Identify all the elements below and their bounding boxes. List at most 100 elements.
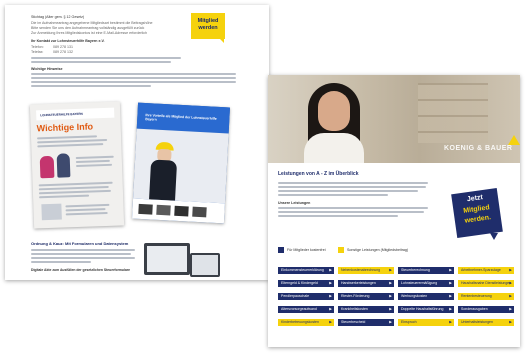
service-button-label: Kinderbetreuungskosten [281,320,319,324]
join-badge[interactable]: Jetzt Mitglied werden. [451,188,503,238]
service-button-label: Unterhaltsleistungen [461,320,493,324]
text-line [65,211,108,216]
text-line [76,163,113,168]
service-button[interactable]: Nebenkostenabrechnung ▶ [338,267,394,274]
contact-value-phone: 089 278 131 [53,45,73,49]
service-button-label: Steuerbescheid [341,320,366,324]
chevron-right-icon: ▶ [449,268,452,272]
chevron-right-icon: ▶ [449,320,452,324]
join-badge-tail [490,233,498,240]
legend-swatch-navy [278,247,284,253]
legend-label-yellow: Sonstige Leistungen (Mitgliedsbeitrag) [347,248,409,252]
service-button-label: Sonderausgaben [461,307,488,311]
text-line [37,143,104,148]
flyer-image [41,203,62,221]
service-button[interactable]: Kinderbetreuungskosten ▶ [278,319,334,326]
screen-content [147,246,187,272]
service-button[interactable]: Werbungskosten ▶ [398,293,454,300]
service-button-label: Rentenbesteuerung [461,294,492,298]
service-button[interactable]: Steuerbescheid ▶ [338,319,394,326]
chevron-right-icon: ▶ [389,307,392,311]
service-button-label: Krankheitskosten [341,307,368,311]
chevron-right-icon: ▶ [449,294,452,298]
hero-brand-text: KOENIG & BAUER [444,145,513,152]
service-button[interactable]: Lohnsteuerermäßigung ▶ [398,280,454,287]
header-line-4: Zur Anmeldung Ihres Mitgliedskontos ist … [31,31,148,35]
service-button[interactable]: Sonderausgaben ▶ [458,306,514,313]
flyer-vorteile: Ihre Vorteile als Mitglied der Lohnsteue… [132,102,230,224]
legend-swatch-yellow [338,247,344,253]
chevron-right-icon: ▶ [329,281,332,285]
note-label: Wichtige Hinweise [31,67,63,71]
service-button[interactable]: Doppelte Haushaltsführung ▶ [398,306,454,313]
text-line [278,207,428,209]
chevron-right-icon: ▶ [329,294,332,298]
screen-content [192,255,218,275]
header-line-3: Bitte senden Sie uns den Aufnahmeantrag … [31,26,145,30]
footer-photo [192,206,207,218]
service-button-label: Einspruch [401,320,417,324]
service-button[interactable]: Altersvorsorgeaufwand ▶ [278,306,334,313]
footer-photo [138,203,153,215]
text-line [278,190,418,192]
service-button[interactable]: Rentenbesteuerung ▶ [458,293,514,300]
member-badge-line1: Mitglied [197,18,219,24]
text-line [278,194,388,196]
text-line [65,208,106,212]
service-button[interactable]: Einkommensteuererklärung ▶ [278,267,334,274]
badge-tail [219,38,224,43]
legend-label-navy: Für Mitglieder kostenfrei [287,248,326,252]
laptop-screen [144,243,190,275]
service-button[interactable]: Unterhaltsleistungen ▶ [458,319,514,326]
top-edge [5,5,269,10]
service-button[interactable]: Pendlerpauschale ▶ [278,293,334,300]
service-button[interactable]: Riester-Förderung ▶ [338,293,394,300]
text-line [31,57,181,59]
text-line [278,186,426,188]
chevron-right-icon: ▶ [509,281,512,285]
service-button[interactable]: Arbeitnehmer-Sparzulage ▶ [458,267,514,274]
service-button[interactable]: Krankheitskosten ▶ [338,306,394,313]
chevron-right-icon: ▶ [509,294,512,298]
chevron-right-icon: ▶ [389,268,392,272]
flyer2-footer [132,198,225,224]
hero-image: KOENIG & BAUER [268,75,520,163]
service-button-label: Handwerkerleistungen [341,281,376,285]
text-line [31,257,135,259]
chevron-right-icon: ▶ [509,307,512,311]
contact-label-fax: Telefax: [31,50,44,54]
person-photo [39,155,55,179]
chevron-right-icon: ▶ [389,320,392,324]
chevron-right-icon: ▶ [389,294,392,298]
contact-label-phone: Telefon: [31,45,44,49]
header-line-1: Stichtag (Alter gem. § 12 Gesetz) [31,15,85,19]
bookshelf-shape [418,83,488,143]
text-line [75,155,114,160]
text-line [278,182,428,184]
service-button[interactable]: Steuerberechnung ▶ [398,267,454,274]
service-button-label: Lohnsteuerermäßigung [401,281,438,285]
service-button[interactable]: Einspruch ▶ [398,319,454,326]
section2-sub: Digitale Akte zum Ausfüllen der gesetzli… [31,268,131,272]
chevron-right-icon: ▶ [329,307,332,311]
document-right: KOENIG & BAUER Leistungen von A - Z im Ü… [268,75,520,347]
text-line [278,215,398,217]
text-line [38,189,111,195]
header-line-2: Die im Aufnahmeantrag angegebene Mitglie… [31,21,153,25]
chevron-right-icon: ▶ [509,268,512,272]
service-button-label: Doppelte Haushaltsführung [401,307,444,311]
member-badge[interactable]: Mitglied werden [191,13,225,39]
service-button[interactable]: Elterngeld & Kindergeld ▶ [278,280,334,287]
service-button-label: Pendlerpauschale [281,294,310,298]
contact-section-title: Ihr Kontakt zur Lohnsteuerhilfe Bayern e… [31,39,105,43]
text-line [31,61,171,63]
service-button-label: Altersvorsorgeaufwand [281,307,317,311]
flyer2-photo-area [133,128,229,204]
text-line [31,81,236,83]
chevron-right-icon: ▶ [449,281,452,285]
text-line [31,73,236,75]
service-button[interactable]: Haushaltsnahe Dienstleistungen ▶ [458,280,514,287]
service-button[interactable]: Handwerkerleistungen ▶ [338,280,394,287]
flyer-wichtige-info: LOHNSTEUERHILFE BAYERN Wichtige Info [29,101,125,229]
flyer-header: LOHNSTEUERHILFE BAYERN [36,107,115,121]
